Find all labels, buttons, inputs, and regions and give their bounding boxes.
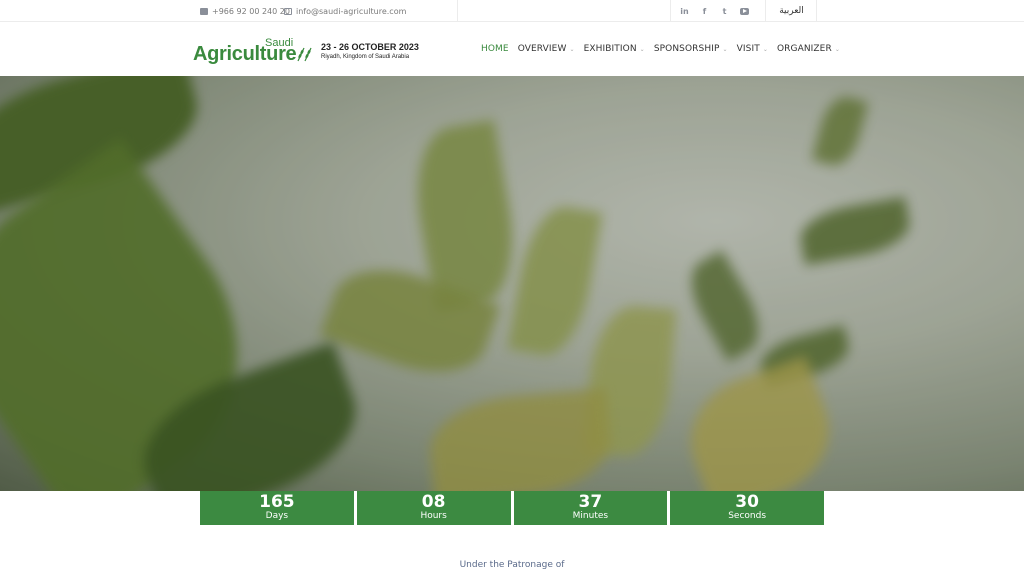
countdown-minutes: 37 Minutes bbox=[513, 491, 668, 525]
top-bar: +966 92 00 240 20 info@saudi-agriculture… bbox=[0, 0, 1024, 22]
nav-overview-label: OVERVIEW bbox=[517, 44, 567, 54]
countdown-seconds: 30 Seconds bbox=[670, 491, 824, 525]
nav-organizer-label: ORGANIZER bbox=[776, 44, 832, 54]
chevron-down-icon: ⌄ bbox=[722, 45, 728, 53]
chevron-down-icon: ⌄ bbox=[569, 45, 575, 53]
language-switch[interactable]: العربية bbox=[766, 0, 817, 22]
twitter-icon[interactable]: t bbox=[720, 7, 729, 16]
minutes-value: 37 bbox=[578, 492, 603, 512]
nav-sponsorship-label: SPONSORSHIP bbox=[653, 44, 720, 54]
hours-label: Hours bbox=[420, 511, 447, 521]
event-location: Riyadh, Kingdom of Saudi Arabia bbox=[321, 54, 410, 60]
nav-organizer[interactable]: ORGANIZER ⌄ bbox=[777, 44, 840, 54]
nav-sponsorship[interactable]: SPONSORSHIP ⌄ bbox=[654, 44, 728, 54]
facebook-icon[interactable]: f bbox=[700, 7, 709, 16]
hero-banner bbox=[0, 76, 1024, 491]
seconds-value: 30 bbox=[735, 492, 759, 512]
nav-home[interactable]: HOME bbox=[481, 44, 509, 54]
logo-agriculture: Agriculture bbox=[193, 43, 297, 65]
chevron-down-icon: ⌄ bbox=[834, 45, 840, 53]
nav-visit-label: VISIT bbox=[736, 44, 760, 54]
phone-icon bbox=[200, 7, 208, 15]
nav-visit[interactable]: VISIT ⌄ bbox=[737, 44, 768, 54]
countdown-days: 165 Days bbox=[200, 491, 354, 525]
phone-contact[interactable]: +966 92 00 240 20 bbox=[200, 0, 290, 22]
hero-overlay bbox=[0, 76, 1024, 491]
divider bbox=[670, 0, 671, 22]
event-dates: 23 - 26 OCTOBER 2023 bbox=[321, 42, 419, 52]
divider bbox=[457, 0, 458, 22]
countdown-hours: 08 Hours bbox=[356, 491, 511, 525]
hours-value: 08 bbox=[421, 492, 446, 512]
wheat-icon bbox=[297, 47, 312, 62]
nav-exhibition[interactable]: EXHIBITION ⌄ bbox=[584, 44, 645, 54]
email-contact[interactable]: info@saudi-agriculture.com bbox=[284, 0, 406, 22]
email-address: info@saudi-agriculture.com bbox=[296, 6, 407, 16]
linkedin-icon[interactable]: in bbox=[680, 7, 689, 16]
days-value: 165 bbox=[259, 492, 295, 512]
patronage-heading: Under the Patronage of bbox=[459, 560, 565, 570]
nav-overview[interactable]: OVERVIEW ⌄ bbox=[518, 44, 575, 54]
chevron-down-icon: ⌄ bbox=[762, 45, 768, 53]
site-logo[interactable]: Saudi Agriculture 23 - 26 OCTOBER 2023 R… bbox=[193, 36, 419, 66]
days-label: Days bbox=[265, 511, 289, 521]
minutes-label: Minutes bbox=[572, 511, 609, 521]
phone-number: +966 92 00 240 20 bbox=[212, 6, 290, 16]
mail-icon bbox=[284, 7, 292, 15]
nav-home-label: HOME bbox=[481, 44, 509, 54]
seconds-label: Seconds bbox=[728, 511, 767, 521]
countdown-timer: 165 Days 08 Hours 37 Minutes 30 Seconds bbox=[200, 491, 824, 525]
main-nav: HOME OVERVIEW ⌄ EXHIBITION ⌄ SPONSORSHIP ⌄ … bbox=[481, 22, 849, 76]
nav-exhibition-label: EXHIBITION bbox=[583, 44, 637, 54]
youtube-icon[interactable] bbox=[740, 7, 749, 15]
chevron-down-icon: ⌄ bbox=[639, 45, 645, 53]
social-links: in f t bbox=[680, 0, 749, 22]
divider bbox=[816, 0, 817, 22]
